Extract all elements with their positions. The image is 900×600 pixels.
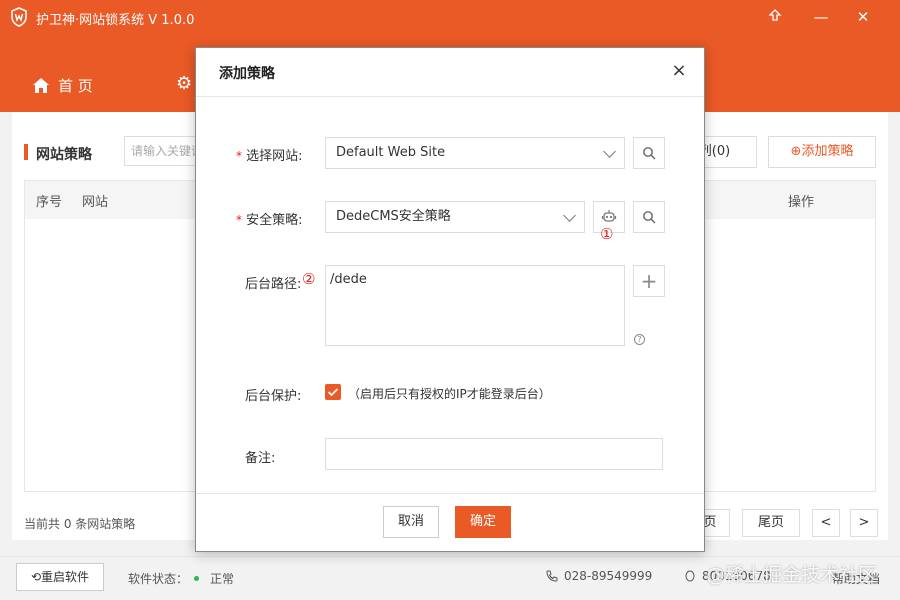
- protect-note: （启用后只有授权的IP才能登录后台）: [348, 387, 551, 401]
- watermark: @稀土掘金技术社区: [706, 564, 878, 586]
- upgrade-button[interactable]: [758, 4, 792, 30]
- remark-label: 备注:: [245, 451, 276, 466]
- close-icon[interactable]: ×: [670, 60, 688, 82]
- window-title: 护卫神·网站锁系统 V 1.0.0: [36, 13, 195, 28]
- help-icon[interactable]: ?: [634, 334, 645, 345]
- cancel-button[interactable]: 取消: [383, 506, 439, 538]
- policy-select[interactable]: DedeCMS安全策略: [325, 201, 585, 233]
- status-value: 正常: [210, 572, 235, 586]
- home-icon: [33, 77, 49, 93]
- column-op: 操作: [788, 195, 815, 210]
- admin-path-textarea[interactable]: /dede: [325, 265, 625, 346]
- column-seq: 序号: [36, 195, 63, 210]
- close-window-button[interactable]: ✕: [846, 4, 880, 30]
- restart-button[interactable]: ⟲重启软件: [16, 563, 104, 591]
- dialog-divider: [196, 96, 704, 97]
- add-path-button[interactable]: +: [633, 265, 665, 297]
- robot-icon: [601, 210, 617, 222]
- policy-field-label: * 安全策略:: [236, 209, 303, 228]
- qq-icon: [685, 570, 695, 581]
- protect-label: 后台保护:: [245, 389, 302, 404]
- policy-search-button[interactable]: [633, 201, 665, 233]
- nav-home-label: 首 页: [58, 76, 93, 95]
- add-policy-button[interactable]: ⊕添加策略: [768, 136, 876, 168]
- site-label-text: 选择网站:: [246, 149, 303, 164]
- site-field-label: * 选择网站:: [236, 145, 303, 164]
- site-search-button[interactable]: [633, 137, 665, 169]
- search-icon: [643, 211, 656, 224]
- search-icon: [643, 147, 656, 160]
- gear-icon[interactable]: ⚙: [176, 74, 196, 94]
- policy-select-value: DedeCMS安全策略: [336, 209, 451, 224]
- section-accent: [24, 144, 28, 160]
- status-label: 软件状态：: [128, 572, 189, 586]
- annotation-marker-1: ①: [600, 225, 614, 243]
- phone-icon: [546, 570, 558, 582]
- column-site: 网站: [82, 195, 109, 210]
- required-mark: *: [236, 149, 242, 163]
- prev-page-button[interactable]: <: [812, 509, 840, 537]
- chevron-down-icon: [563, 209, 576, 222]
- confirm-button[interactable]: 确定: [455, 506, 511, 538]
- status-dot: [194, 576, 199, 581]
- nav-home[interactable]: 首 页: [32, 74, 93, 96]
- section-title: 网站策略: [36, 147, 92, 163]
- site-select-value: Default Web Site: [336, 145, 446, 160]
- dialog-footer-divider: [196, 493, 704, 494]
- next-page-button[interactable]: >: [850, 509, 878, 537]
- policy-label-text: 安全策略:: [246, 213, 303, 228]
- path-label: 后台路径:: [245, 277, 302, 292]
- protect-checkbox[interactable]: [325, 384, 341, 400]
- shield-logo-icon: [11, 7, 27, 27]
- arrow-up-icon: [768, 9, 782, 21]
- annotation-marker-2: ②: [302, 270, 316, 288]
- record-count: 当前共 0 条网站策略: [24, 517, 136, 531]
- site-select[interactable]: Default Web Site: [325, 137, 625, 169]
- phone-info: 028-89549999: [546, 569, 652, 583]
- phone-number: 028-89549999: [564, 569, 653, 583]
- required-mark: *: [236, 213, 242, 227]
- remark-input[interactable]: [325, 438, 663, 470]
- chevron-down-icon: [603, 145, 616, 158]
- checkmark-icon: [327, 388, 339, 397]
- minimize-button[interactable]: —: [804, 4, 838, 30]
- last-page-button[interactable]: 尾页: [742, 509, 800, 537]
- dialog-title: 添加策略: [219, 66, 275, 82]
